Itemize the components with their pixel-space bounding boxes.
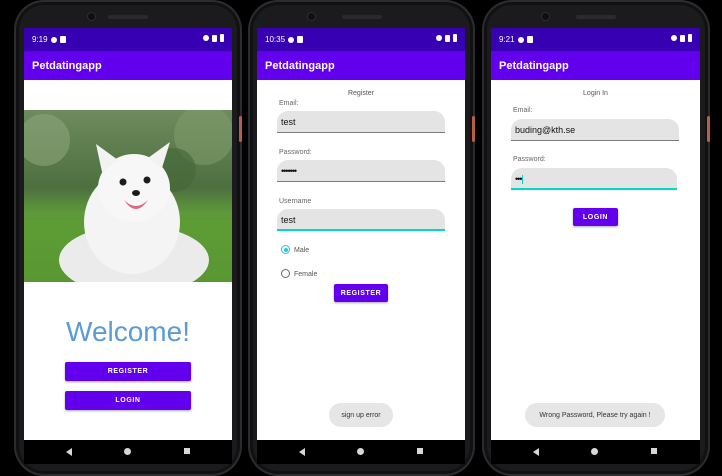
- signal-icon: [680, 34, 685, 42]
- front-camera: [308, 13, 315, 20]
- app-title: Petdatingapp: [32, 60, 102, 72]
- radio-female[interactable]: [281, 269, 290, 278]
- status-bar: 9:21: [491, 28, 700, 51]
- radio-female-label: Female: [294, 271, 318, 278]
- login-submit-button[interactable]: LOGIN: [573, 208, 618, 226]
- sd-card-icon: [297, 36, 304, 43]
- earpiece: [108, 15, 148, 19]
- notification-icon: [50, 36, 57, 43]
- home-icon[interactable]: [591, 448, 598, 455]
- password-field[interactable]: •••: [511, 168, 677, 190]
- wifi-icon: [203, 35, 209, 41]
- text-caret: [522, 175, 524, 185]
- password-label: Password:: [279, 149, 312, 156]
- battery-icon: [220, 34, 224, 42]
- phone-register: 10:35 Petdatingapp Register Email: test …: [248, 0, 475, 476]
- register-button[interactable]: REGISTER: [65, 362, 191, 381]
- front-camera: [88, 13, 95, 20]
- app-bar: Petdatingapp: [24, 51, 232, 80]
- power-button: [707, 116, 710, 142]
- screen: 9:21 Petdatingapp Login In Email: buding…: [491, 28, 700, 464]
- home-icon[interactable]: [357, 448, 364, 455]
- signal-icon: [445, 34, 450, 42]
- welcome-heading: Welcome!: [66, 316, 190, 347]
- form-heading: Login In: [583, 90, 608, 97]
- email-field[interactable]: test: [277, 111, 445, 133]
- status-time: 9:19: [32, 35, 48, 44]
- notification-icon: [288, 36, 295, 43]
- app-title: Petdatingapp: [265, 60, 335, 72]
- radio-male-label: Male: [294, 247, 310, 254]
- email-field[interactable]: buding@kth.se: [511, 119, 679, 141]
- username-field[interactable]: test: [277, 209, 445, 231]
- app-bar: Petdatingapp: [257, 51, 465, 80]
- app-bar: Petdatingapp: [491, 51, 700, 80]
- screen: 9:19 Petdatingapp Welcome! REGISTER LOGI…: [24, 28, 232, 464]
- wifi-icon: [436, 35, 442, 41]
- error-toast: sign up error: [329, 403, 393, 427]
- nav-bar: [24, 440, 232, 464]
- sd-card-icon: [59, 36, 66, 43]
- password-value: •••: [515, 174, 523, 184]
- signal-icon: [212, 34, 217, 42]
- power-button: [472, 116, 475, 142]
- status-time: 10:35: [265, 35, 286, 44]
- back-icon[interactable]: [533, 448, 539, 456]
- phone-welcome: 9:19 Petdatingapp Welcome! REGISTER LOGI…: [14, 0, 242, 476]
- email-label: Email:: [513, 107, 533, 114]
- login-button[interactable]: LOGIN: [65, 391, 191, 410]
- wifi-icon: [671, 35, 677, 41]
- front-camera: [542, 13, 549, 20]
- phone-login: 9:21 Petdatingapp Login In Email: buding…: [482, 0, 710, 476]
- status-bar: 10:35: [257, 28, 465, 51]
- form-heading: Register: [347, 90, 375, 97]
- radio-male[interactable]: [281, 245, 290, 254]
- error-toast: Wrong Password, Please try again !: [525, 403, 665, 427]
- register-submit-button[interactable]: REGISTER: [334, 284, 388, 302]
- status-bar: 9:19: [24, 28, 232, 51]
- recents-icon[interactable]: [651, 448, 657, 454]
- nav-bar: [257, 440, 465, 464]
- username-label: Username: [279, 198, 312, 205]
- sd-card-icon: [526, 36, 533, 43]
- password-field[interactable]: •••••••: [277, 160, 445, 182]
- nav-bar: [491, 440, 700, 464]
- status-time: 9:21: [499, 35, 515, 44]
- battery-icon: [453, 34, 457, 42]
- back-icon[interactable]: [299, 448, 305, 456]
- notification-icon: [517, 36, 524, 43]
- power-button: [239, 116, 242, 142]
- screen: 10:35 Petdatingapp Register Email: test …: [257, 28, 465, 464]
- battery-icon: [688, 34, 692, 42]
- earpiece: [576, 15, 616, 19]
- email-label: Email:: [279, 100, 299, 107]
- earpiece: [342, 15, 382, 19]
- back-icon[interactable]: [66, 448, 72, 456]
- home-icon[interactable]: [124, 448, 131, 455]
- password-label: Password:: [513, 156, 546, 163]
- recents-icon[interactable]: [417, 448, 423, 454]
- app-title: Petdatingapp: [499, 60, 569, 72]
- recents-icon[interactable]: [184, 448, 190, 454]
- dog-photo: [24, 110, 232, 282]
